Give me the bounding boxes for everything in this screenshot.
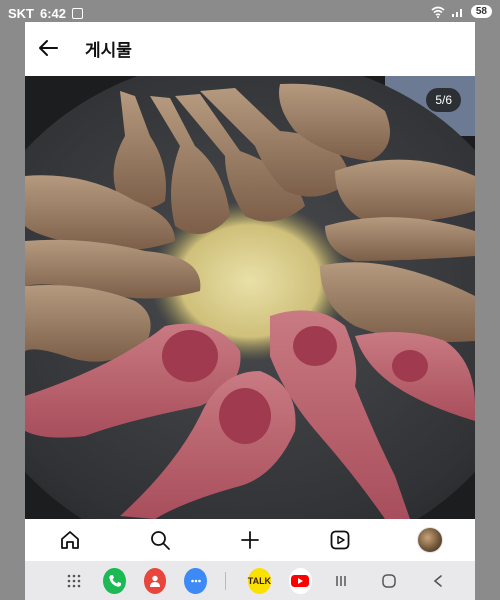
top-bar: 게시물 <box>25 22 475 76</box>
post-image[interactable]: 5/6 <box>25 76 475 519</box>
kakaotalk-label: TALK <box>247 575 272 586</box>
home-icon <box>61 531 79 549</box>
home-system-button[interactable] <box>378 568 400 594</box>
phone-icon[interactable] <box>103 567 126 594</box>
page-title: 게시물 <box>85 41 132 60</box>
apps-grid-icon[interactable] <box>63 568 85 594</box>
plus-icon <box>241 531 259 549</box>
dock-divider <box>224 571 226 590</box>
messages-icon[interactable] <box>184 567 207 594</box>
back-system-button[interactable] <box>426 568 448 594</box>
nav-profile-button[interactable] <box>415 525 445 555</box>
contacts-icon[interactable] <box>143 567 167 594</box>
screen: SKT 6:42 58 게시물 5/6 TALK <box>0 0 500 600</box>
screenshot-icon <box>72 8 84 19</box>
back-button[interactable] <box>35 34 63 62</box>
nav-create-button[interactable] <box>235 525 265 555</box>
home-circle-icon <box>382 573 396 588</box>
battery-indicator: 58 <box>470 5 492 18</box>
nav-search-button[interactable] <box>145 525 175 555</box>
recents-icon <box>336 575 346 586</box>
wifi-icon <box>431 6 445 18</box>
nav-reels-button[interactable] <box>325 525 355 555</box>
signal-icon <box>451 8 462 17</box>
carrier-label: SKT <box>8 6 34 21</box>
profile-avatar <box>417 527 443 553</box>
bottom-nav <box>25 519 475 561</box>
reels-icon <box>330 530 350 550</box>
image-counter: 5/6 <box>426 88 461 112</box>
clock: 6:42 <box>40 6 67 21</box>
lamb-chops-photo <box>25 76 475 519</box>
search-icon <box>151 531 170 550</box>
nav-home-button[interactable] <box>55 525 85 555</box>
os-dock: TALK <box>25 561 475 600</box>
kakaotalk-icon[interactable]: TALK <box>247 567 272 594</box>
youtube-icon[interactable] <box>289 567 312 594</box>
recents-button[interactable] <box>330 568 352 594</box>
post-viewer: 게시물 5/6 <box>25 22 475 561</box>
arrow-left-icon <box>39 40 58 56</box>
back-chevron-icon <box>433 574 442 587</box>
